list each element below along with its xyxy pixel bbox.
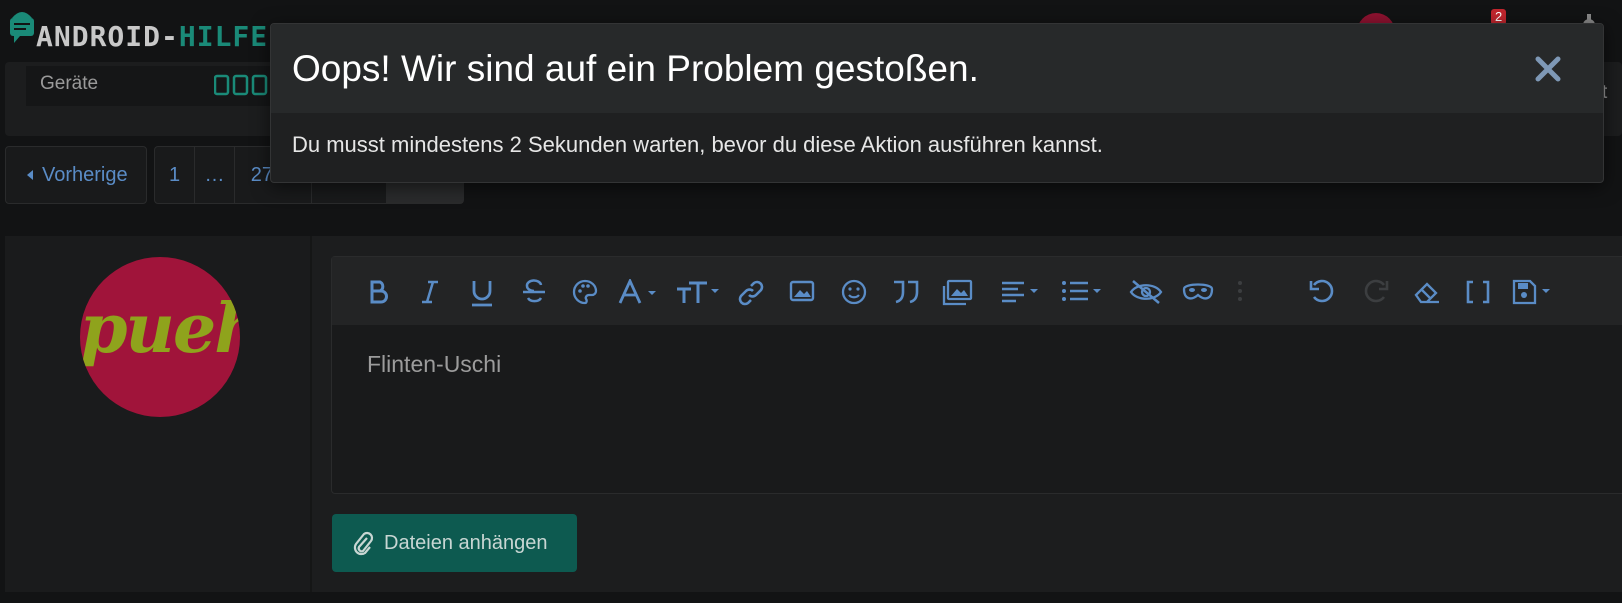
device-icons xyxy=(214,74,268,96)
font-size-icon[interactable] xyxy=(675,279,723,305)
quote-icon[interactable] xyxy=(891,279,921,305)
editor-content[interactable]: Flinten-Uschi xyxy=(367,351,501,378)
avatar-text: pueh xyxy=(80,289,240,369)
image-icon[interactable] xyxy=(789,279,815,303)
attach-files-label: Dateien anhängen xyxy=(384,531,548,554)
more-options-icon[interactable] xyxy=(1237,279,1243,303)
caret-left-icon xyxy=(27,170,33,180)
paperclip-icon xyxy=(353,531,374,556)
pagination-prev-button[interactable]: Vorherige xyxy=(5,146,147,204)
bold-icon[interactable] xyxy=(368,279,390,305)
list-icon[interactable] xyxy=(1060,279,1106,303)
align-icon[interactable] xyxy=(1000,279,1044,303)
post-user-column: pueh xyxy=(5,236,312,592)
text-color-icon[interactable] xyxy=(572,279,598,305)
emoji-icon[interactable] xyxy=(841,279,867,305)
inline-spoiler-icon[interactable] xyxy=(1181,279,1215,305)
close-icon[interactable] xyxy=(1533,54,1563,84)
logo-text-hilfe: HILFE xyxy=(178,20,269,53)
italic-icon[interactable] xyxy=(420,279,440,305)
save-draft-icon[interactable] xyxy=(1512,279,1556,305)
pagination-ellipsis[interactable]: … xyxy=(195,147,235,203)
spoiler-icon[interactable] xyxy=(1129,279,1163,305)
undo-icon[interactable] xyxy=(1309,279,1337,305)
link-icon[interactable] xyxy=(737,279,765,307)
logo-text-android: ANDROID- xyxy=(36,20,179,53)
strikethrough-icon[interactable] xyxy=(521,279,547,305)
rich-text-editor: Flinten-Uschi xyxy=(331,256,1622,494)
font-family-icon[interactable] xyxy=(618,279,660,305)
pagination-prev-label: Vorherige xyxy=(42,163,128,186)
error-dialog-title: Oops! Wir sind auf ein Problem gestoßen. xyxy=(292,48,979,89)
underline-icon[interactable] xyxy=(470,279,494,307)
editor-toolbar xyxy=(332,257,1622,325)
media-gallery-icon[interactable] xyxy=(941,279,973,307)
android-logo-icon xyxy=(10,12,34,43)
error-dialog-message: Du musst mindestens 2 Sekunden warten, b… xyxy=(292,132,1103,157)
user-avatar[interactable]: pueh xyxy=(80,257,240,417)
remove-format-icon[interactable] xyxy=(1413,279,1441,305)
redo-icon[interactable] xyxy=(1361,279,1389,305)
attach-files-button[interactable]: Dateien anhängen xyxy=(332,514,577,572)
bbcode-toggle-icon[interactable] xyxy=(1465,279,1491,305)
devices-filter-label: Geräte xyxy=(40,73,99,94)
error-dialog: Oops! Wir sind auf ein Problem gestoßen.… xyxy=(270,23,1604,183)
error-dialog-header: Oops! Wir sind auf ein Problem gestoßen. xyxy=(271,24,1603,113)
pagination-page[interactable]: 1 xyxy=(155,147,195,203)
